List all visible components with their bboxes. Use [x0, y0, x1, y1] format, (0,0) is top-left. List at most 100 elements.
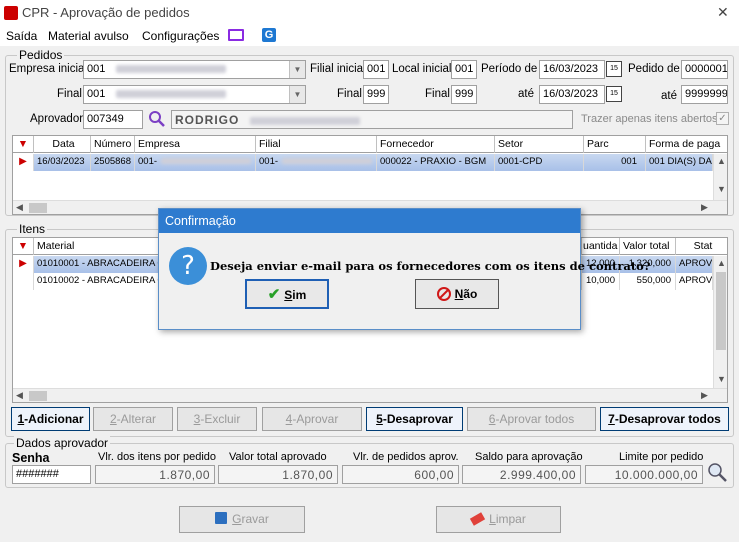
- vlr-pedidos-aprov-field: 600,00: [342, 465, 459, 484]
- excluir-button[interactable]: 3-Excluir: [177, 407, 257, 431]
- blurred-text: [161, 158, 252, 165]
- cell-quantidade: 10,000: [582, 273, 620, 290]
- header-marker[interactable]: ▼: [13, 238, 34, 255]
- aprovador-name-field: RODRIGO: [171, 110, 573, 129]
- scroll-right-icon[interactable]: ▶: [701, 390, 708, 401]
- saldo-field: 2.999.400,00: [462, 465, 581, 484]
- filial-final-input[interactable]: 999: [363, 85, 389, 104]
- pedido-ate-input[interactable]: 9999999: [681, 85, 728, 104]
- scroll-right-icon[interactable]: ▶: [701, 202, 708, 213]
- cell-numero: 2505868: [91, 154, 135, 171]
- col-fornecedor[interactable]: Fornecedor: [377, 136, 495, 153]
- empresa-final-select[interactable]: 001 ▼: [83, 85, 306, 104]
- col-data[interactable]: Data: [34, 136, 91, 153]
- scroll-up-icon[interactable]: ▲: [717, 156, 726, 166]
- blurred-text: [116, 90, 227, 99]
- desaprovar-button[interactable]: 5-Desaprovar: [366, 407, 463, 431]
- trazer-label: Trazer apenas itens abertos: [581, 113, 718, 125]
- empresa-inicial-select[interactable]: 001 ▼: [83, 60, 306, 79]
- close-icon[interactable]: ✕: [717, 4, 729, 21]
- local-inicial-label: Local inicial: [392, 63, 452, 75]
- col-setor[interactable]: Setor: [495, 136, 584, 153]
- aprovador-code-input[interactable]: 007349: [83, 110, 143, 129]
- local-final-input[interactable]: 999: [451, 85, 477, 104]
- scroll-thumb[interactable]: [29, 391, 47, 401]
- row-marker: [13, 273, 34, 290]
- col-valor-total[interactable]: Valor total: [620, 238, 676, 255]
- scroll-left-icon[interactable]: ◀: [16, 390, 23, 401]
- limpar-button[interactable]: Limpar: [436, 506, 561, 533]
- scroll-up-icon[interactable]: ▲: [717, 258, 726, 268]
- sim-button[interactable]: ✔ Sim: [245, 279, 329, 309]
- scroll-down-icon[interactable]: ▼: [717, 184, 726, 194]
- filial-inicial-input[interactable]: 001: [363, 60, 389, 79]
- aprovar-button[interactable]: 4-Aprovar: [262, 407, 362, 431]
- col-empresa[interactable]: Empresa: [135, 136, 256, 153]
- col-forma[interactable]: Forma de paga: [646, 136, 727, 153]
- local-inicial-input[interactable]: 001: [451, 60, 477, 79]
- empresa-inicial-label: Empresa inicial: [9, 63, 87, 75]
- calendar-icon[interactable]: 15: [606, 61, 622, 77]
- table-row[interactable]: ▶ 16/03/2023 2505868 001- 001- 000022 - …: [13, 154, 713, 171]
- pedido-de-input[interactable]: 0000001: [681, 60, 728, 79]
- cell-valor-total: 550,000: [620, 273, 676, 290]
- alterar-button[interactable]: 2-Alterar: [93, 407, 173, 431]
- cell-setor: 0001-CPD: [495, 154, 584, 171]
- col-parc[interactable]: Parc: [584, 136, 646, 153]
- blurred-text: [116, 65, 227, 74]
- pedido-ate-label: até: [661, 90, 677, 102]
- scroll-down-icon[interactable]: ▼: [717, 374, 726, 384]
- adicionar-button[interactable]: 1-Adicionar: [11, 407, 90, 431]
- app-logo-icon[interactable]: G: [262, 28, 276, 42]
- scroll-thumb[interactable]: [716, 272, 726, 350]
- saldo-label: Saldo para aprovação: [475, 451, 583, 463]
- periodo-ate-input[interactable]: 16/03/2023: [539, 85, 605, 104]
- window-title: CPR - Aprovação de pedidos: [22, 5, 190, 20]
- confirmation-dialog: Confirmação ? Deseja enviar e-mail para …: [158, 208, 651, 330]
- vlr-pedidos-aprov-label: Vlr. de pedidos aprov.: [353, 451, 459, 463]
- chevron-down-icon[interactable]: ▼: [289, 61, 305, 78]
- search-icon[interactable]: [148, 110, 166, 128]
- senha-input[interactable]: #######: [12, 465, 91, 484]
- itens-group-label: Itens: [17, 222, 48, 236]
- empresa-final-label: Final: [57, 88, 82, 100]
- periodo-de-input[interactable]: 16/03/2023: [539, 60, 605, 79]
- trazer-checkbox[interactable]: ✓: [716, 112, 729, 125]
- filial-inicial-label: Filial inicial: [310, 63, 366, 75]
- pedidos-vscroll[interactable]: ▲ ▼: [713, 154, 727, 200]
- col-filial[interactable]: Filial: [256, 136, 377, 153]
- col-quantidade[interactable]: uantida: [582, 238, 620, 255]
- aprovador-label: Aprovador: [30, 113, 84, 125]
- limite-field: 10.000.000,00: [585, 465, 703, 484]
- nao-button[interactable]: Não: [415, 279, 499, 309]
- pedidos-grid-header: ▼ Data Número Empresa Filial Fornecedor …: [13, 136, 727, 153]
- blurred-text: [282, 158, 373, 165]
- check-icon: ✔: [267, 286, 281, 303]
- menu-material-avulso[interactable]: Material avulso: [48, 29, 129, 43]
- monitor-icon[interactable]: [228, 29, 244, 41]
- aprovar-todos-button[interactable]: 6-Aprovar todos: [467, 407, 596, 431]
- col-numero[interactable]: Número: [91, 136, 135, 153]
- itens-hscroll[interactable]: ◀ ▶: [13, 388, 727, 402]
- scroll-left-icon[interactable]: ◀: [16, 202, 23, 213]
- dialog-message: Deseja enviar e-mail para os fornecedore…: [210, 259, 651, 273]
- eraser-icon: [470, 512, 486, 526]
- menu-bar: Saída Material avulso Configurações G: [0, 26, 739, 46]
- save-icon: [215, 512, 228, 524]
- gravar-button[interactable]: Gravar: [179, 506, 305, 533]
- itens-vscroll[interactable]: ▲ ▼: [713, 256, 727, 388]
- app-icon: [4, 6, 18, 20]
- menu-configuracoes[interactable]: Configurações: [142, 29, 219, 43]
- col-status[interactable]: Stat: [676, 238, 727, 255]
- magnifier-icon[interactable]: [706, 461, 728, 483]
- chevron-down-icon[interactable]: ▼: [289, 86, 305, 103]
- header-marker[interactable]: ▼: [13, 136, 34, 153]
- no-entry-icon: [436, 287, 451, 301]
- menu-saida[interactable]: Saída: [6, 29, 37, 43]
- scroll-thumb[interactable]: [29, 203, 47, 213]
- cell-data: 16/03/2023: [34, 154, 91, 171]
- valor-total-aprovado-label: Valor total aprovado: [229, 451, 327, 463]
- desaprovar-todos-button[interactable]: 7-Desaprovar todos: [600, 407, 729, 431]
- calendar-icon[interactable]: 15: [606, 86, 622, 102]
- question-icon: ?: [169, 247, 207, 285]
